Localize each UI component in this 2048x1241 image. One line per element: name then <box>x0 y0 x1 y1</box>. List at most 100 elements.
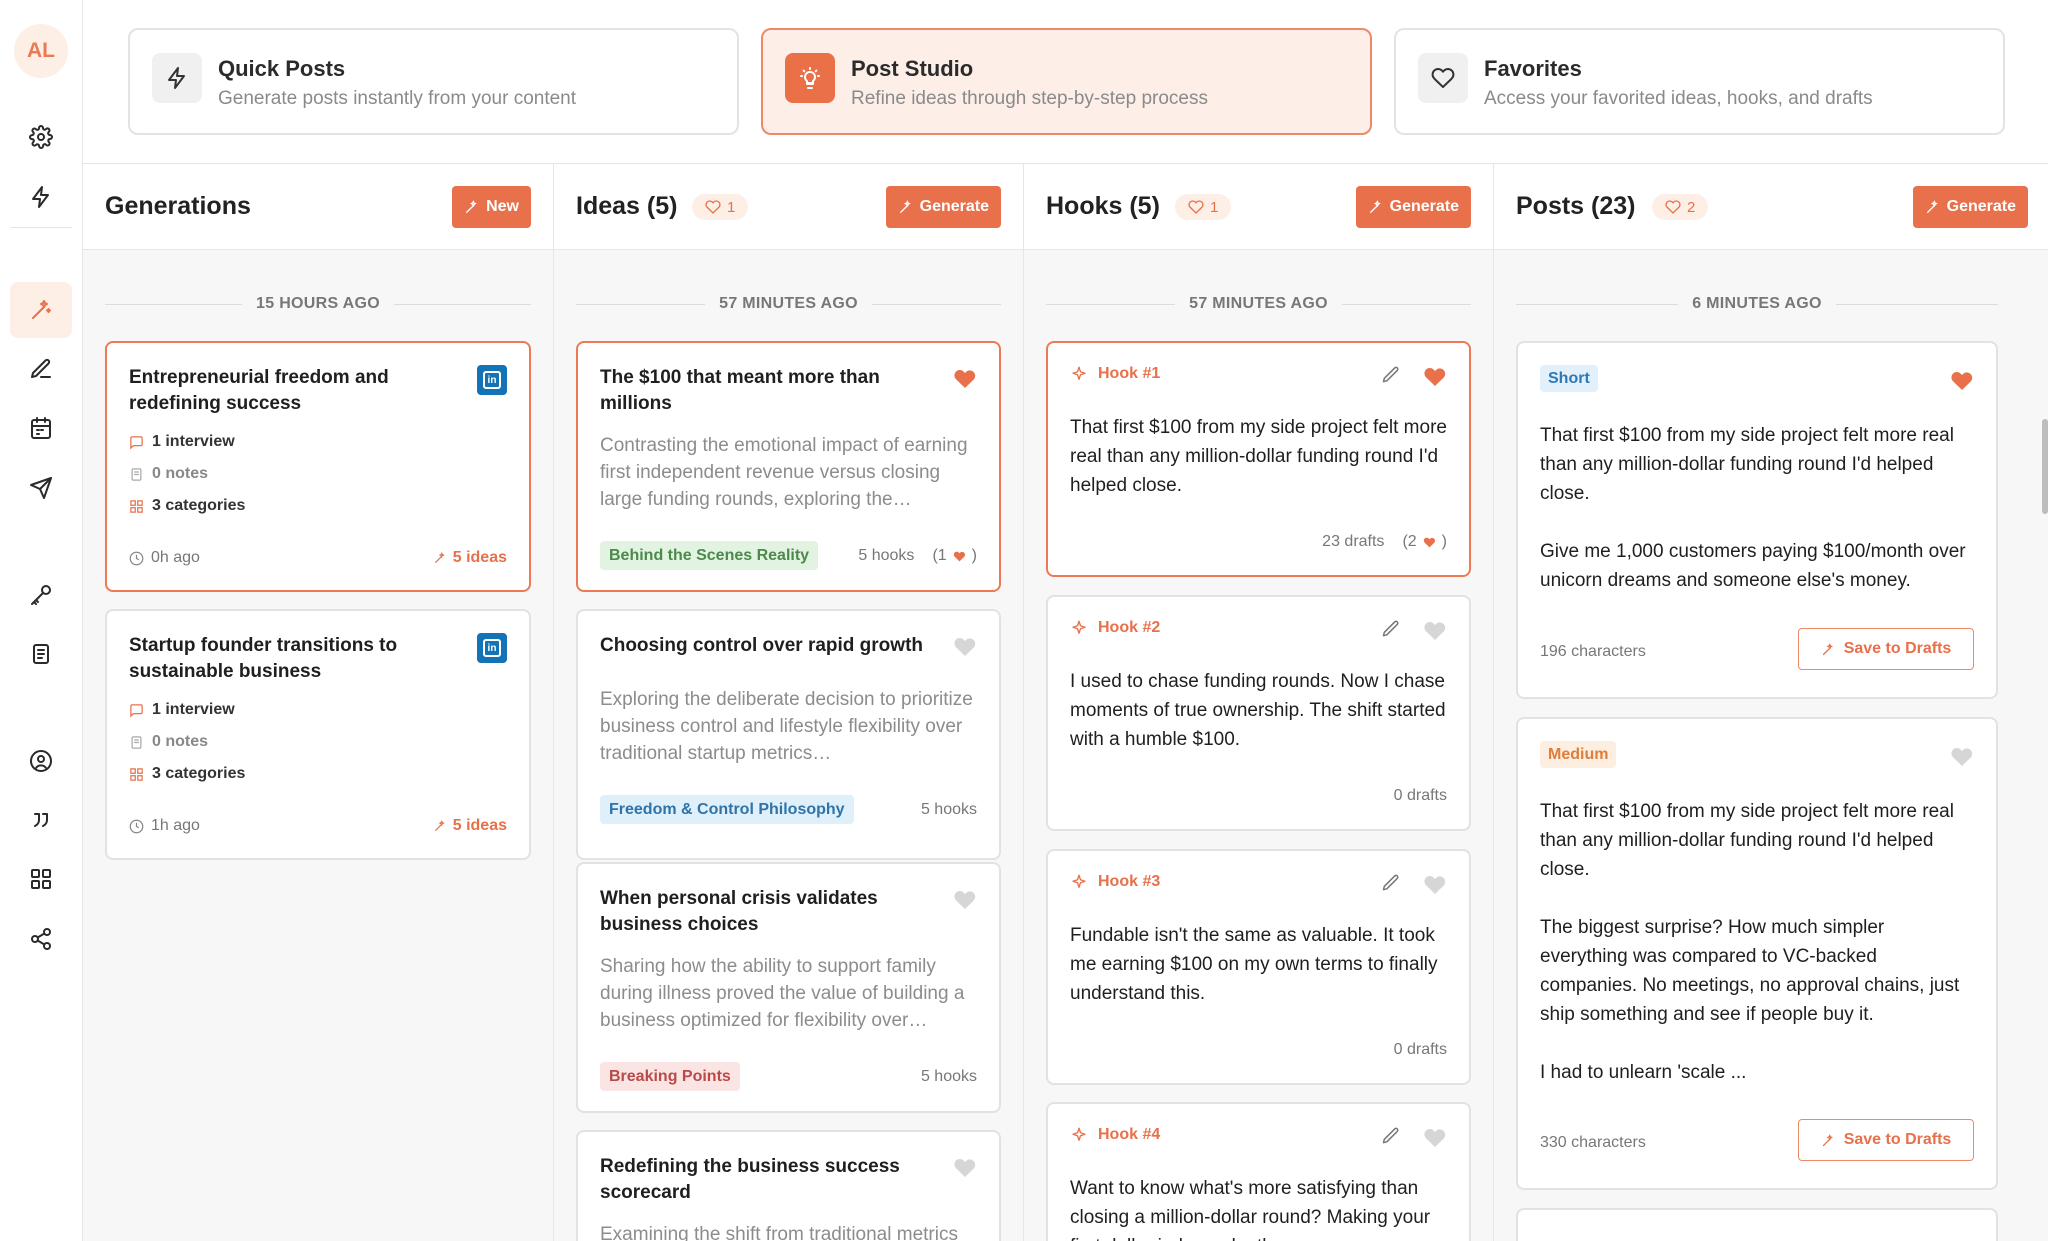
hook-text: That first $100 from my side project fel… <box>1070 417 1447 496</box>
chat-icon <box>130 703 143 718</box>
idea-category-tag: Behind the Scenes Reality <box>600 541 819 570</box>
settings-gear-icon[interactable] <box>20 116 62 158</box>
favorites-count-badge[interactable]: 1 <box>1175 194 1232 220</box>
key-icon[interactable] <box>20 574 62 616</box>
generate-posts-button[interactable]: Generate <box>1912 186 2028 228</box>
idea-card[interactable]: Redefining the business success scorecar… <box>576 1130 1001 1241</box>
magic-wand-icon <box>466 200 477 213</box>
idea-description: Examining the shift from traditional met… <box>600 1224 958 1241</box>
hook-card[interactable]: Hook #3 Fundable isn't the same as valua… <box>1046 849 1471 1085</box>
magic-wand-icon <box>1369 200 1381 213</box>
ideas-link[interactable]: 5 ideas <box>433 817 507 835</box>
hook-text: Want to know what's more satisfying than… <box>1070 1178 1431 1241</box>
favorite-heart-icon[interactable] <box>953 367 977 389</box>
favorite-heart-icon[interactable] <box>953 1156 977 1178</box>
edit-pencil-icon[interactable] <box>1381 1126 1403 1148</box>
quote-icon[interactable] <box>20 799 62 841</box>
favorite-heart-icon[interactable] <box>1950 745 1974 767</box>
hook-text: I used to chase funding rounds. Now I ch… <box>1070 671 1446 750</box>
interview-count: 1 interview <box>129 433 235 451</box>
drafts-count: 0 drafts <box>1393 787 1447 804</box>
share-icon[interactable] <box>20 918 62 960</box>
user-circle-icon[interactable] <box>20 740 62 782</box>
categories-count: 3 categories <box>129 765 245 783</box>
hooks-count: 5 hooks (1) <box>858 547 977 564</box>
hooks-count: 5 hooks <box>920 1068 977 1085</box>
hook-card[interactable]: Hook #1 That first $100 from my side pro… <box>1046 341 1471 577</box>
document-icon[interactable] <box>20 633 62 675</box>
magic-wand-icon[interactable] <box>10 282 72 338</box>
idea-card[interactable]: The $100 that meant more than millions C… <box>576 341 1001 592</box>
edit-icon[interactable] <box>20 348 62 390</box>
idea-title: Choosing control over rapid growth <box>600 635 923 656</box>
mode-post-studio[interactable]: Post Studio Refine ideas through step-by… <box>761 28 1372 135</box>
linkedin-icon: in <box>477 633 507 663</box>
chat-icon <box>130 435 143 450</box>
heart-icon <box>1423 537 1435 548</box>
send-icon[interactable] <box>20 467 62 509</box>
interview-count: 1 interview <box>129 701 235 719</box>
generate-ideas-button[interactable]: Generate <box>885 186 1001 228</box>
new-generation-button[interactable]: New <box>452 186 531 228</box>
edit-pencil-icon[interactable] <box>1381 365 1403 387</box>
ideas-link[interactable]: 5 ideas <box>433 549 507 567</box>
idea-card[interactable]: When personal crisis validates business … <box>576 862 1001 1113</box>
favorite-heart-icon[interactable] <box>953 888 977 910</box>
generation-title: Startup founder transitions to sustainab… <box>129 635 398 682</box>
idea-description: Contrasting the emotional impact of earn… <box>600 435 968 510</box>
mode-selector: Quick Posts Generate posts instantly fro… <box>83 0 2048 164</box>
hook-label: Hook #4 <box>1070 1126 1160 1144</box>
post-card[interactable] <box>1516 1208 1998 1241</box>
favorites-count-badge[interactable]: 1 <box>692 194 749 220</box>
favorite-heart-icon[interactable] <box>1423 365 1447 387</box>
favorite-heart-icon[interactable] <box>1423 1126 1447 1148</box>
button-label: Generate <box>919 198 989 215</box>
edit-pencil-icon[interactable] <box>1381 619 1403 641</box>
sparkle-icon <box>434 820 445 832</box>
character-count: 330 characters <box>1540 1134 1646 1151</box>
generate-hooks-button[interactable]: Generate <box>1355 186 1471 228</box>
avatar[interactable]: AL <box>14 24 68 78</box>
sparkle-icon <box>1072 366 1086 380</box>
save-to-drafts-button[interactable]: Save to Drafts <box>1798 1119 1974 1161</box>
sparkle-icon <box>1072 874 1086 888</box>
note-icon <box>131 735 142 749</box>
hook-card[interactable]: Hook #2 I used to chase funding rounds. … <box>1046 595 1471 831</box>
favorite-heart-icon[interactable] <box>1423 873 1447 895</box>
save-to-drafts-button[interactable]: Save to Drafts <box>1798 628 1974 670</box>
favorite-heart-icon[interactable] <box>953 635 977 657</box>
edit-pencil-icon[interactable] <box>1381 873 1403 895</box>
scrollbar[interactable] <box>2042 419 2048 514</box>
column-header: Ideas (5) 1 Generate <box>554 164 1023 250</box>
post-card[interactable]: Short That first $100 from my side proje… <box>1516 341 1998 699</box>
favorites-count-badge[interactable]: 2 <box>1652 194 1709 220</box>
favorite-heart-icon[interactable] <box>1423 619 1447 641</box>
favorite-heart-icon[interactable] <box>1950 369 1974 391</box>
heart-icon <box>1665 200 1681 214</box>
generation-card[interactable]: Startup founder transitions to sustainab… <box>105 609 531 860</box>
mode-title: Favorites <box>1484 56 1582 81</box>
heart-icon <box>705 200 721 214</box>
idea-description: Exploring the deliberate decision to pri… <box>600 689 973 764</box>
grid-icon[interactable] <box>20 858 62 900</box>
notes-count: 0 notes <box>129 733 208 751</box>
post-card[interactable]: Medium That first $100 from my side proj… <box>1516 717 1998 1190</box>
idea-card[interactable]: Choosing control over rapid growth Explo… <box>576 609 1001 860</box>
hooks-column: Hooks (5) 1 Generate 57 MINUTES AGO Hook… <box>1024 164 1494 1241</box>
bolt-icon[interactable] <box>20 176 62 218</box>
generation-card[interactable]: Entrepreneurial freedom and redefining s… <box>105 341 531 592</box>
idea-title: When personal crisis validates business … <box>600 888 878 935</box>
magic-wand-icon <box>1926 200 1938 213</box>
bolt-icon <box>152 53 202 103</box>
generation-age: 0h ago <box>129 549 200 567</box>
idea-category-tag: Breaking Points <box>600 1062 740 1091</box>
calendar-icon[interactable] <box>20 407 62 449</box>
mode-subtitle: Refine ideas through step-by-step proces… <box>851 88 1208 109</box>
mode-subtitle: Access your favorited ideas, hooks, and … <box>1484 88 1873 109</box>
sparkle-icon <box>434 552 445 564</box>
magic-wand-icon <box>899 200 911 213</box>
button-label: Generate <box>1946 198 2016 215</box>
hook-card[interactable]: Hook #4 Want to know what's more satisfy… <box>1046 1102 1471 1241</box>
mode-quick-posts[interactable]: Quick Posts Generate posts instantly fro… <box>128 28 739 135</box>
mode-favorites[interactable]: Favorites Access your favorited ideas, h… <box>1394 28 2005 135</box>
